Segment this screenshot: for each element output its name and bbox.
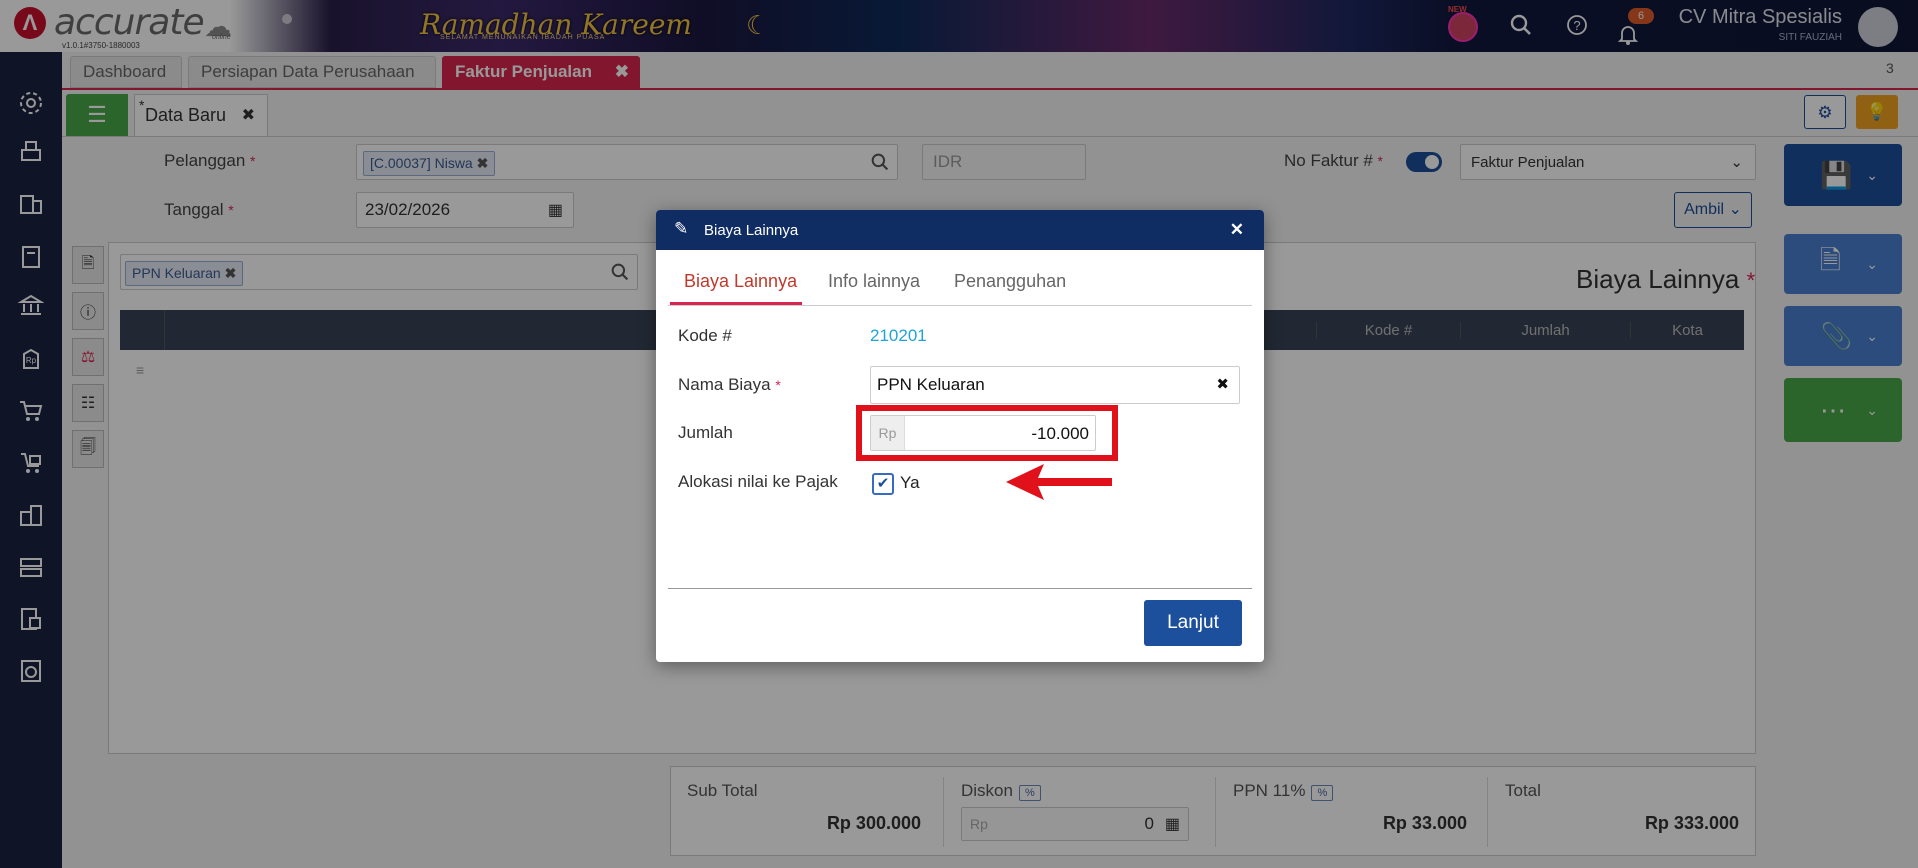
kode-value: 210201 — [870, 326, 927, 345]
highlight-box — [856, 405, 1118, 461]
clear-icon[interactable]: ✖ — [1216, 375, 1229, 393]
kode-label: Kode # — [678, 326, 732, 345]
tab-penangguhan[interactable]: Penangguhan — [954, 271, 1066, 292]
footer-divider — [668, 588, 1252, 589]
dialog-title: Biaya Lainnya — [704, 222, 799, 239]
alokasi-option: Ya — [900, 473, 920, 492]
pencil-icon: ✎ — [674, 219, 689, 238]
close-icon[interactable]: ✕ — [1230, 220, 1244, 240]
tab-divider — [668, 305, 1252, 306]
tab-info-lainnya[interactable]: Info lainnya — [828, 271, 920, 292]
jumlah-label: Jumlah — [678, 423, 733, 442]
alokasi-label: Alokasi nilai ke Pajak — [678, 472, 838, 491]
arrow-annotation — [1006, 462, 1116, 507]
tab-biaya-lainnya[interactable]: Biaya Lainnya — [684, 271, 797, 292]
biaya-lainnya-dialog: ✎ Biaya Lainnya ✕ Biaya Lainnya Info lai… — [656, 210, 1264, 662]
dialog-header: ✎ Biaya Lainnya ✕ — [656, 210, 1264, 250]
nama-biaya-label: Nama Biaya * — [678, 375, 781, 394]
alokasi-checkbox[interactable]: ✔ — [872, 473, 894, 495]
nama-biaya-input[interactable]: PPN Keluaran ✖ — [870, 366, 1240, 404]
lanjut-button[interactable]: Lanjut — [1144, 600, 1242, 646]
